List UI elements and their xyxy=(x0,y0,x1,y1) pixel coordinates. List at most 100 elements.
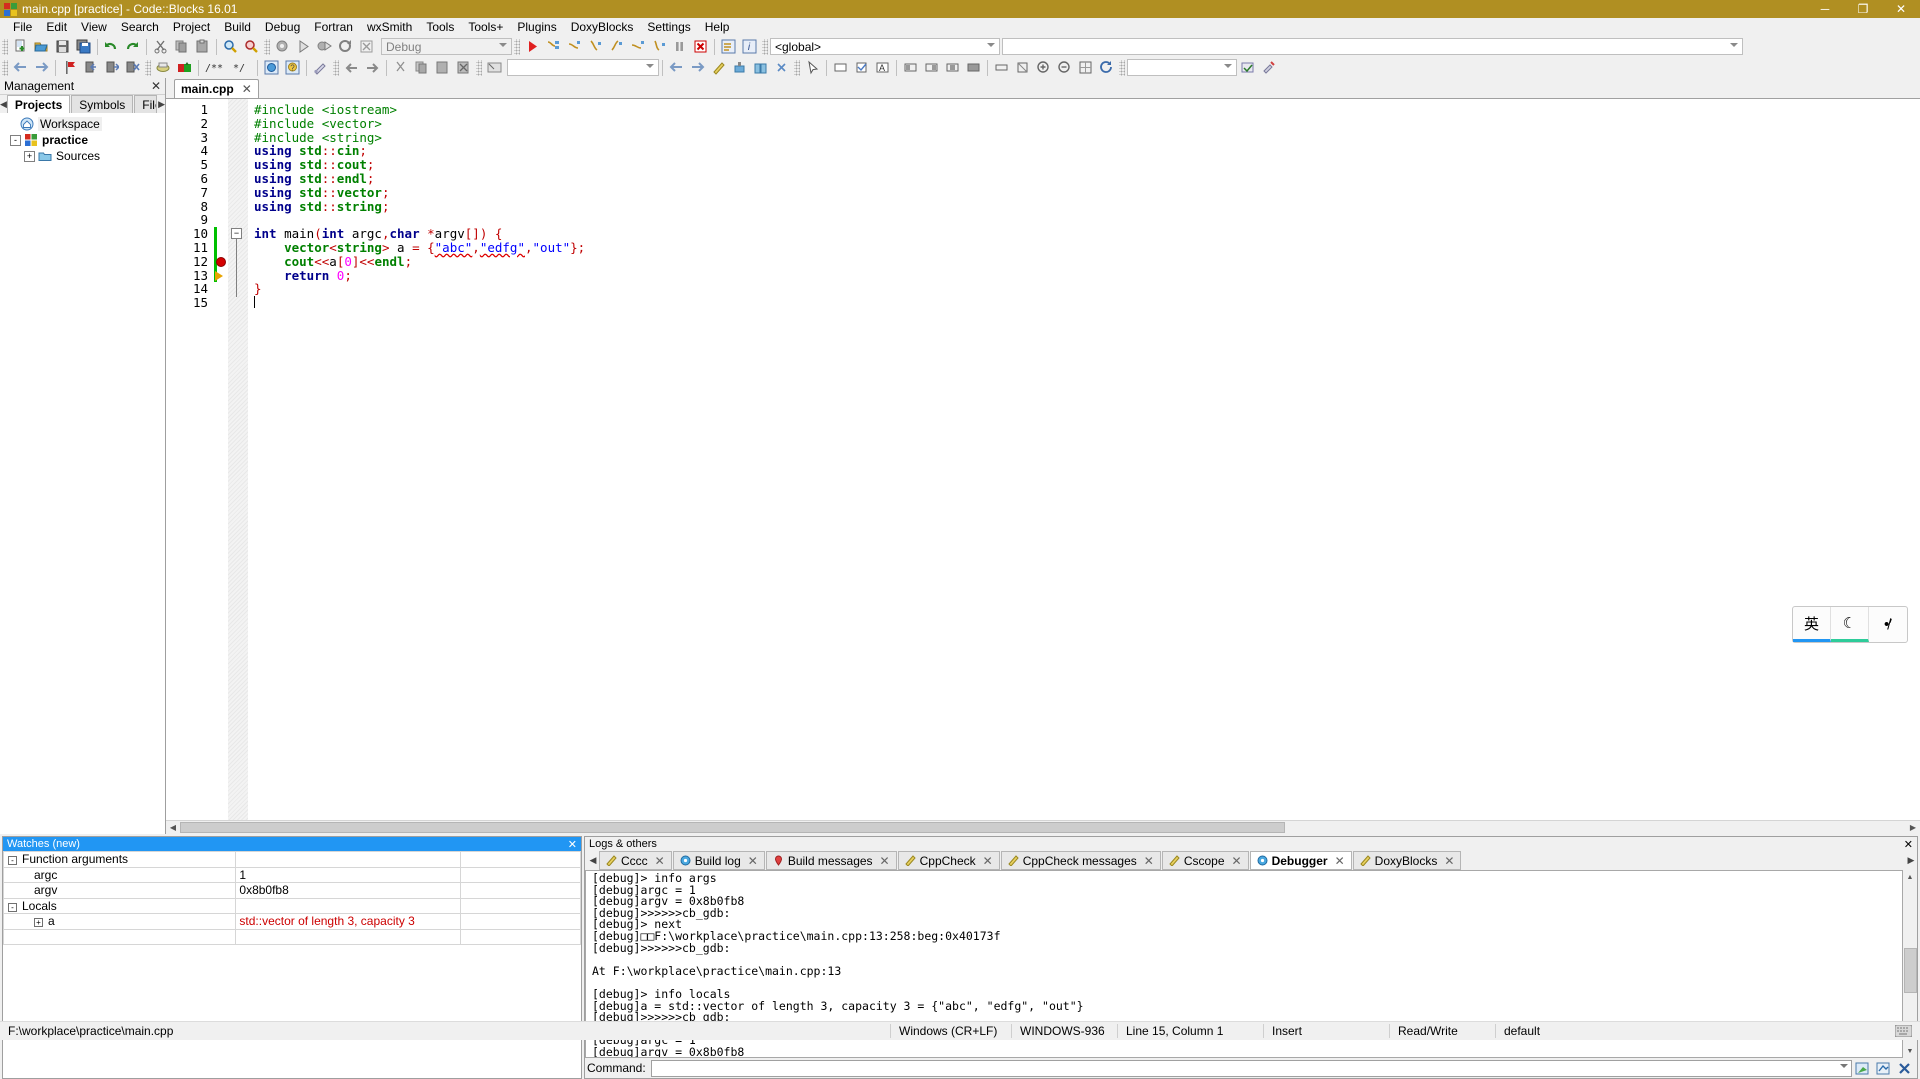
symbol-combo[interactable] xyxy=(1002,38,1743,55)
code-line[interactable]: using std::vector; xyxy=(254,186,1920,200)
menu-item-file[interactable]: File xyxy=(6,19,39,35)
toolbar-grip[interactable] xyxy=(514,39,520,55)
watch-row[interactable]: +astd::vector of length 3, capacity 3 xyxy=(4,914,581,930)
close-icon[interactable]: ✕ xyxy=(1335,854,1345,868)
align-left-icon[interactable] xyxy=(901,58,920,77)
log-tab-cppcheck-messages[interactable]: CppCheck messages✕ xyxy=(1001,851,1161,870)
watch-row[interactable]: -Function arguments xyxy=(4,852,581,868)
tab-files[interactable]: Files xyxy=(134,95,157,113)
scroll-track[interactable] xyxy=(1904,884,1917,1044)
close-icon[interactable]: ✕ xyxy=(1904,838,1913,851)
menu-item-debug[interactable]: Debug xyxy=(258,19,307,35)
watch-expander[interactable]: + xyxy=(34,918,43,927)
close-icon[interactable]: ✕ xyxy=(242,82,252,96)
toolbar-grip[interactable] xyxy=(762,39,768,55)
watch-name-cell[interactable]: -Function arguments xyxy=(4,852,236,868)
close-icon[interactable]: ✕ xyxy=(983,854,993,868)
run-to-cursor-icon[interactable] xyxy=(544,37,563,56)
scroll-track[interactable] xyxy=(180,821,1906,834)
toolbar-grip[interactable] xyxy=(794,60,800,76)
scroll-thumb[interactable] xyxy=(180,822,1285,833)
log-tab-build-log[interactable]: Build log✕ xyxy=(673,851,765,870)
toolbar-grip[interactable] xyxy=(476,60,482,76)
doxyblocks-wizard-icon[interactable] xyxy=(175,58,194,77)
close-button[interactable]: ✕ xyxy=(1882,0,1920,18)
tree-expander[interactable]: + xyxy=(24,151,35,162)
tree-item-sources[interactable]: + Sources xyxy=(0,148,165,164)
watch-type[interactable] xyxy=(460,898,580,914)
fortran-tool-icon[interactable] xyxy=(730,58,749,77)
tab-scroll-left-icon[interactable]: ◀ xyxy=(0,95,7,113)
scroll-down-icon[interactable]: ▼ xyxy=(1903,1044,1917,1058)
code-line[interactable]: } xyxy=(254,282,1920,296)
editor-horizontal-scrollbar[interactable]: ◀ ▶ xyxy=(166,820,1920,834)
doxyblocks-run-icon[interactable] xyxy=(154,58,173,77)
close-icon[interactable]: ✕ xyxy=(151,79,161,93)
toolbar-grip[interactable] xyxy=(264,39,270,55)
align-center-icon[interactable] xyxy=(943,58,962,77)
menu-item-tools[interactable]: Tools xyxy=(419,19,461,35)
abort-icon[interactable] xyxy=(357,37,376,56)
sizer-icon[interactable] xyxy=(1076,58,1095,77)
open-file-icon[interactable] xyxy=(32,37,51,56)
toggle-bookmark-icon[interactable] xyxy=(60,58,79,77)
run-icon[interactable] xyxy=(294,37,313,56)
watch-row-empty[interactable] xyxy=(4,929,581,945)
fortran-forward-icon[interactable] xyxy=(688,58,707,77)
code-line[interactable]: #include <string> xyxy=(254,131,1920,145)
doxy-config-icon[interactable] xyxy=(311,58,330,77)
watch-name-cell[interactable]: argv xyxy=(4,883,236,899)
tree-item-practice[interactable]: - practice xyxy=(0,132,165,148)
fortran-book-icon[interactable] xyxy=(751,58,770,77)
align-fill-icon[interactable] xyxy=(964,58,983,77)
fold-toggle-icon[interactable]: − xyxy=(231,228,242,239)
scroll-right-icon[interactable]: ▶ xyxy=(1906,821,1920,834)
maximize-button[interactable]: ❐ xyxy=(1844,0,1882,18)
redo-icon[interactable] xyxy=(123,37,142,56)
debugger-info-icon[interactable]: i xyxy=(740,37,759,56)
close-icon[interactable]: ✕ xyxy=(1444,854,1454,868)
toolbar-grip[interactable] xyxy=(1119,60,1125,76)
scroll-left-icon[interactable]: ◀ xyxy=(166,821,180,834)
fold-gutter[interactable]: − xyxy=(228,99,248,820)
code-line[interactable]: #include <vector> xyxy=(254,117,1920,131)
log-tab-cppcheck[interactable]: CppCheck✕ xyxy=(898,851,1000,870)
editor-tab-main-cpp[interactable]: main.cpp ✕ xyxy=(174,79,259,98)
toolbar-grip[interactable] xyxy=(145,60,151,76)
code-line[interactable]: #include <iostream> xyxy=(254,103,1920,117)
wxsmith-undo-icon[interactable] xyxy=(342,58,361,77)
watch-row[interactable]: argv0x8b0fb8 xyxy=(4,883,581,899)
close-icon[interactable]: ✕ xyxy=(1232,854,1242,868)
watch-expander[interactable]: - xyxy=(8,903,17,912)
watch-row[interactable]: argc1 xyxy=(4,867,581,883)
tab-projects[interactable]: Projects xyxy=(7,95,70,113)
minimize-button[interactable]: ─ xyxy=(1806,0,1844,18)
wxsmith-delete-icon[interactable] xyxy=(454,58,473,77)
log-tab-cccc[interactable]: Cccc✕ xyxy=(599,851,672,870)
close-icon[interactable]: ✕ xyxy=(1144,854,1154,868)
menu-item-fortran[interactable]: Fortran xyxy=(307,19,360,35)
step-instruction-icon[interactable] xyxy=(649,37,668,56)
breakpoint-marker[interactable] xyxy=(216,257,226,267)
log-tab-scroll-left-icon[interactable]: ◀ xyxy=(587,851,599,870)
log-tab-scroll-right-icon[interactable]: ▶ xyxy=(1905,851,1917,870)
clear-bookmarks-icon[interactable] xyxy=(123,58,142,77)
close-icon[interactable]: ✕ xyxy=(748,854,758,868)
watch-expander[interactable]: - xyxy=(8,856,17,865)
chevron-down-icon[interactable] xyxy=(1840,1064,1848,1068)
break-debugger-icon[interactable] xyxy=(670,37,689,56)
fortran-close-icon[interactable] xyxy=(772,58,791,77)
build-icon[interactable] xyxy=(273,37,292,56)
code-line[interactable]: int main(int argc,char *argv[]) { xyxy=(254,227,1920,241)
forward-icon[interactable] xyxy=(32,58,51,77)
toolbar-grip[interactable] xyxy=(2,39,8,55)
menu-item-edit[interactable]: Edit xyxy=(39,19,74,35)
find-icon[interactable] xyxy=(221,37,240,56)
debug-send-icon[interactable] xyxy=(1853,1059,1872,1078)
code-editor[interactable]: 123456789101112131415 − #include <iostre… xyxy=(166,98,1920,820)
ime-punctuation-icon[interactable]: •̸′ xyxy=(1869,607,1907,642)
replace-icon[interactable] xyxy=(242,37,261,56)
doxy-help-icon[interactable]: ? xyxy=(283,58,302,77)
menu-item-project[interactable]: Project xyxy=(166,19,217,35)
undo-icon[interactable] xyxy=(102,37,121,56)
